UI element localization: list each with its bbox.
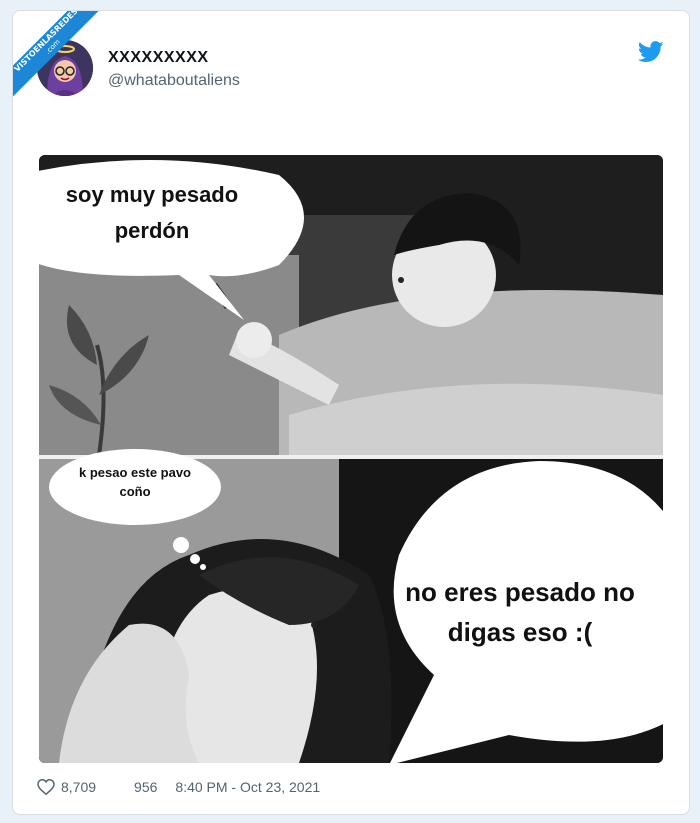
girl-speech-bubble: no eres pesado no digas eso :(: [405, 577, 635, 647]
tweet-footer: 8,709 956 8:40 PM - Oct 23, 2021: [37, 779, 320, 795]
user-handle[interactable]: @whataboutaliens: [108, 72, 240, 90]
boy-speech-bubble: soy muy pesado perdón: [65, 182, 239, 243]
girl-thought-bubble: k pesao este pavo coño: [79, 465, 191, 499]
reply-count[interactable]: 956: [134, 779, 157, 795]
heart-icon[interactable]: [37, 779, 55, 795]
like-count[interactable]: 8,709: [61, 779, 96, 795]
comic-image[interactable]: soy muy pesado perdón k pesao este pavo …: [39, 155, 663, 763]
display-name[interactable]: XXXXXXXXX: [108, 49, 209, 67]
tweet-timestamp[interactable]: 8:40 PM - Oct 23, 2021: [175, 779, 320, 795]
twitter-bird-icon[interactable]: [638, 41, 664, 63]
tweet-card: VISTOENLASREDES .com XXXXXXXXX @whatabou…: [12, 10, 690, 815]
